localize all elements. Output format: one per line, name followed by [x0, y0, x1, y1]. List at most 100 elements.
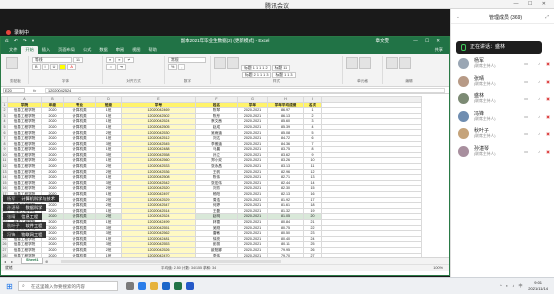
mic-icon[interactable]: ♪ — [538, 114, 540, 119]
paste-icon[interactable] — [6, 57, 18, 69]
camera-icon[interactable]: ▭ — [524, 131, 528, 136]
style-item-4[interactable]: 标题 1 1 3 — [272, 72, 296, 78]
font-color-icon[interactable]: A — [67, 64, 76, 70]
tab-page-layout[interactable]: 页面布局 — [54, 46, 79, 54]
fx-icon[interactable]: fx — [33, 88, 36, 93]
edge-icon[interactable] — [138, 282, 146, 290]
window-controls[interactable]: — ☐ ✕ — [514, 1, 550, 7]
camera-icon[interactable]: ▭ — [524, 79, 528, 84]
percent-icon[interactable]: % — [168, 64, 178, 70]
excel-window-controls[interactable]: — ☐ ✕ — [413, 38, 443, 44]
tab-data[interactable]: 数据 — [95, 46, 111, 54]
chat-text: 信息工程 — [21, 214, 39, 219]
participant-list: 杨军 (联席主持人) ▭ ♪ ▣ 张晴 (联席主持人) ▭ ♪ ▣ 盛林 (联席主持人) ▭ ♪ ▣ 冯锋 (联… — [456, 56, 552, 162]
screen-share-icon[interactable]: ▣ — [546, 96, 550, 101]
merge-center-icon[interactable]: ⇔ — [106, 64, 116, 70]
table-format-icon[interactable] — [227, 57, 239, 69]
participant-item[interactable]: 盛林 (联席主持人) ▭ ♪ ▣ — [456, 91, 552, 108]
group-cells: 单元格 — [343, 56, 383, 84]
style-item-1[interactable]: 标题 1 1 1 1 2 — [241, 65, 271, 71]
screen-share-icon[interactable]: ▣ — [546, 114, 550, 119]
collapse-icon[interactable]: ⌄ — [456, 14, 460, 20]
comma-icon[interactable]: , — [178, 64, 186, 70]
horizontal-scrollbar[interactable] — [61, 260, 281, 263]
camera-icon[interactable]: ▭ — [524, 96, 528, 101]
style-item-2[interactable]: 标题 2 1 1 1 3 — [242, 72, 272, 78]
number-format-select[interactable]: 常规 — [168, 57, 206, 63]
find-select-icon[interactable] — [399, 57, 411, 69]
screen-share-icon[interactable]: ▣ — [546, 79, 550, 84]
participant-role: (联席主持人) — [474, 99, 496, 104]
windows-start-icon[interactable]: ⊞ — [6, 282, 13, 291]
formula-input[interactable]: 12020042524 — [45, 88, 445, 93]
excel-user[interactable]: 章文雯 — [376, 38, 390, 44]
group-editing: 编辑 — [383, 56, 435, 84]
participant-item[interactable]: 冯锋 (联席主持人) ▭ ♪ ▣ — [456, 109, 552, 126]
participant-item[interactable]: 孙湛琴 (联席主持人) ▭ ♪ ▣ — [456, 144, 552, 161]
mic-icon[interactable]: ♪ — [538, 131, 540, 136]
align-center-icon[interactable]: ≡ — [115, 57, 124, 63]
avatar — [458, 93, 469, 105]
participant-item[interactable]: 杨军 (联席主持人) ▭ ♪ ▣ — [456, 56, 552, 73]
font-size-select[interactable]: 11 — [73, 57, 83, 63]
delete-cells-icon[interactable] — [359, 57, 371, 69]
system-tray-icons[interactable]: ^ ◐ ♪ 中 — [500, 283, 524, 289]
wrap-text-icon[interactable]: ↵ — [124, 57, 134, 63]
sort-filter-icon[interactable] — [386, 57, 398, 69]
style-item-3[interactable]: 标题 11 — [271, 65, 291, 71]
tab-view[interactable]: 视图 — [128, 46, 144, 54]
share-button[interactable]: 共享 — [435, 46, 443, 54]
camera-icon[interactable]: ▭ — [524, 149, 528, 154]
tab-insert[interactable]: 插入 — [38, 46, 54, 54]
task-view-icon[interactable] — [126, 282, 134, 290]
participant-role: (联席主持人) — [474, 81, 496, 86]
zoom-level[interactable]: 100% — [433, 266, 443, 270]
tab-review[interactable]: 审阅 — [112, 46, 128, 54]
tab-file[interactable]: 文件 — [5, 46, 21, 54]
record-icon — [6, 30, 11, 35]
conditional-format-icon[interactable] — [214, 57, 226, 69]
fill-color-icon[interactable] — [59, 64, 67, 70]
sheet-tab-bar: ◂ ▸ Sheet1 ⊕ — [1, 257, 449, 264]
tencent-meeting-icon[interactable] — [162, 282, 170, 290]
participant-name: 孙湛琴 — [474, 145, 490, 152]
ribbon-tabs: 文件 开始 插入 页面布局 公式 数据 审阅 视图 帮助 共享 — [1, 46, 449, 54]
file-explorer-icon[interactable] — [150, 282, 158, 290]
mic-icon[interactable]: ♪ — [538, 149, 540, 154]
chat-bubble: 杨军 计算机科学与技术 — [3, 195, 59, 202]
camera-icon[interactable]: ▭ — [524, 61, 528, 66]
indent-icon[interactable]: ⇥ — [116, 64, 126, 70]
status-bar: 就绪 平均值: 2.50 计数: 34/155 求和: 34 100% — [1, 264, 449, 271]
screen: 腾讯会议 — ☐ ✕ 录制中 ⎌ ↶ ↷ ▾ 副本2021年毕业生数据(2) (… — [0, 0, 554, 294]
insert-cells-icon[interactable] — [346, 57, 358, 69]
chat-user: 杨军 — [7, 196, 16, 201]
excel-taskbar-icon[interactable] — [174, 282, 182, 290]
participant-name: 杨军 — [474, 58, 485, 64]
align-left-icon[interactable]: ≡ — [106, 57, 115, 63]
mic-icon — [461, 44, 466, 51]
screen-share-icon[interactable]: ▣ — [546, 149, 550, 154]
bold-button[interactable]: B — [32, 64, 41, 70]
name-box[interactable]: E20 — [3, 88, 25, 93]
taskbar-search-input[interactable]: ⌕ 在这里输入你要搜索的内容 — [18, 281, 118, 291]
participant-item[interactable]: 张晴 (联席主持人) ▭ ♪ ▣ — [456, 74, 552, 91]
tab-help[interactable]: 帮助 — [145, 46, 161, 54]
mic-icon[interactable]: ♪ — [538, 79, 540, 84]
mic-icon[interactable]: ♪ — [538, 96, 540, 101]
font-family-select[interactable]: 等线 — [32, 57, 72, 63]
underline-button[interactable]: U — [49, 64, 59, 70]
camera-icon[interactable]: ▭ — [524, 114, 528, 119]
screen-share-icon[interactable]: ▣ — [546, 131, 550, 136]
status-summary: 平均值: 2.50 计数: 34/155 求和: 34 — [161, 266, 217, 270]
tab-formulas[interactable]: 公式 — [79, 46, 95, 54]
popout-icon[interactable]: ⤢ — [545, 14, 549, 19]
italic-button[interactable]: I — [41, 64, 49, 70]
mic-icon[interactable]: ♪ — [538, 61, 540, 66]
group-alignment: ≡ ≡ ↵ ⇔ ⇥ 对齐方式 — [103, 56, 165, 84]
avatar — [458, 58, 469, 69]
chat-bubble: 孙湛琴 数据科学 — [3, 204, 47, 211]
screen-share-icon[interactable]: ▣ — [546, 61, 550, 66]
tab-home[interactable]: 开始 — [21, 46, 38, 54]
word-taskbar-icon[interactable] — [186, 282, 194, 290]
participant-item[interactable]: 秋叶子 (联席主持人) ▭ ♪ ▣ — [456, 126, 552, 143]
